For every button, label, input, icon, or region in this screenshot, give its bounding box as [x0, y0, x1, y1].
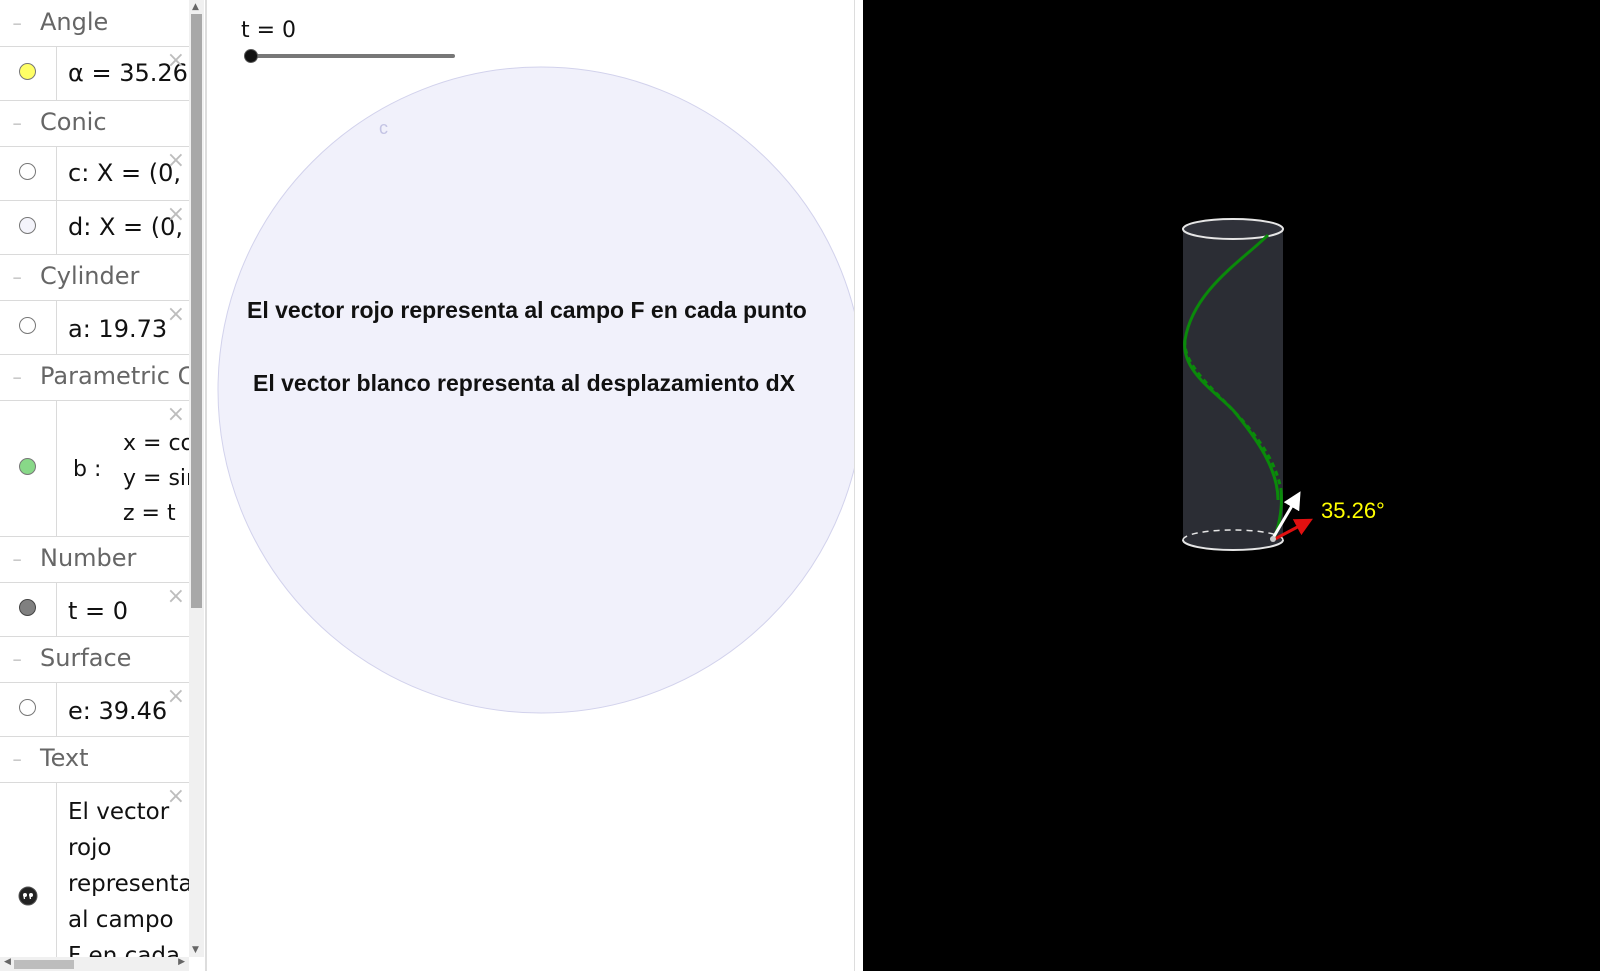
angle-label: 35.26°: [1321, 498, 1385, 523]
group-header-surface[interactable]: − Surface: [0, 636, 189, 683]
cylinder-surface[interactable]: [1183, 229, 1283, 550]
group-title: Parametric Cu: [40, 362, 189, 390]
scroll-up-icon[interactable]: ▲: [192, 2, 199, 12]
algebra-item-d[interactable]: d: X = (0, ×: [0, 200, 189, 255]
group-title: Angle: [40, 8, 109, 36]
group-title: Conic: [40, 108, 107, 136]
quote-icon[interactable]: [18, 886, 38, 906]
close-icon[interactable]: ×: [167, 786, 185, 808]
algebra-definition[interactable]: t = 0: [68, 597, 128, 625]
text-line: F en cada: [68, 943, 181, 957]
parametric-equations[interactable]: x = cc y = sir z = t: [123, 426, 189, 531]
visibility-toggle[interactable]: [0, 200, 57, 254]
slider-t-handle[interactable]: [244, 49, 258, 63]
close-icon[interactable]: ×: [167, 150, 185, 172]
group-title: Number: [40, 544, 137, 572]
marble-icon[interactable]: [19, 217, 36, 234]
vertical-scrollbar[interactable]: ▲ ▼: [189, 0, 204, 957]
visibility-toggle[interactable]: [0, 400, 57, 536]
scroll-left-icon[interactable]: ◀: [4, 957, 11, 967]
collapse-icon[interactable]: −: [11, 272, 23, 284]
scrollbar-thumb[interactable]: [191, 14, 202, 608]
visibility-toggle[interactable]: [0, 682, 57, 736]
text-field-vector[interactable]: El vector rojo representa al campo F en …: [247, 297, 807, 324]
algebra-list: − Angle α = 35.26° × − Conic c: X = (0, …: [0, 0, 189, 957]
text-definition[interactable]: El vector rojo representa al campo F en …: [68, 794, 189, 957]
collapse-icon[interactable]: −: [11, 754, 23, 766]
group-title: Text: [40, 744, 89, 772]
group-header-parametric-curve[interactable]: − Parametric Cu: [0, 354, 189, 401]
algebra-item-t[interactable]: t = 0 ×: [0, 582, 189, 637]
collapse-icon[interactable]: −: [11, 654, 23, 666]
algebra-item-text1[interactable]: El vector rojo representa al campo F en …: [0, 782, 189, 957]
scroll-down-icon[interactable]: ▼: [192, 945, 199, 955]
marble-icon[interactable]: [19, 599, 36, 616]
marble-icon[interactable]: [19, 63, 36, 80]
text-displacement-vector[interactable]: El vector blanco representa al desplazam…: [253, 370, 795, 397]
slider-t-track[interactable]: [247, 54, 455, 58]
group-header-angle[interactable]: − Angle: [0, 0, 189, 47]
algebra-definition[interactable]: a: 19.73: [68, 315, 167, 343]
equation-x: x = cc: [123, 431, 189, 456]
equation-y: y = sir: [123, 466, 189, 491]
3d-canvas[interactable]: 35.26°: [863, 0, 1600, 971]
slider-t-label: t = 0: [241, 18, 297, 43]
text-line: rojo: [68, 835, 112, 861]
graphics-canvas[interactable]: c: [207, 0, 854, 971]
group-header-number[interactable]: − Number: [0, 536, 189, 583]
curve-label: b :: [73, 457, 102, 482]
visibility-toggle[interactable]: [0, 782, 57, 957]
algebra-item-alpha[interactable]: α = 35.26° ×: [0, 46, 189, 101]
marble-icon[interactable]: [19, 163, 36, 180]
close-icon[interactable]: ×: [167, 404, 185, 426]
point-on-curve[interactable]: [1270, 536, 1276, 542]
collapse-icon[interactable]: −: [11, 554, 23, 566]
close-icon[interactable]: ×: [167, 686, 185, 708]
group-title: Surface: [40, 644, 132, 672]
equation-z: z = t: [123, 501, 176, 526]
close-icon[interactable]: ×: [167, 50, 185, 72]
graphics-3d-view[interactable]: 35.26°: [863, 0, 1600, 971]
close-icon[interactable]: ×: [167, 586, 185, 608]
marble-icon[interactable]: [19, 458, 36, 475]
circle-c-label: c: [379, 118, 388, 138]
collapse-icon[interactable]: −: [11, 18, 23, 30]
algebra-item-c[interactable]: c: X = (0, ×: [0, 146, 189, 201]
algebra-definition[interactable]: e: 39.46: [68, 697, 167, 725]
group-title: Cylinder: [40, 262, 140, 290]
horizontal-scrollbar[interactable]: ◀ ▶: [0, 957, 189, 971]
collapse-icon[interactable]: −: [11, 118, 23, 130]
text-line: representa: [68, 871, 189, 897]
visibility-toggle[interactable]: [0, 46, 57, 100]
scroll-right-icon[interactable]: ▶: [178, 957, 185, 967]
algebra-item-b[interactable]: b : x = cc y = sir z = t ×: [0, 400, 189, 537]
algebra-item-e[interactable]: e: 39.46 ×: [0, 682, 189, 737]
group-header-text[interactable]: − Text: [0, 736, 189, 783]
marble-icon[interactable]: [19, 317, 36, 334]
collapse-icon[interactable]: −: [11, 372, 23, 384]
scrollbar-thumb[interactable]: [14, 960, 74, 969]
visibility-toggle[interactable]: [0, 300, 57, 354]
visibility-toggle[interactable]: [0, 582, 57, 636]
graphics-view[interactable]: c t = 0 El vector rojo representa al cam…: [207, 0, 854, 971]
algebra-definition[interactable]: c: X = (0,: [68, 159, 181, 187]
group-header-cylinder[interactable]: − Cylinder: [0, 254, 189, 301]
algebra-item-a[interactable]: a: 19.73 ×: [0, 300, 189, 355]
group-header-conic[interactable]: − Conic: [0, 100, 189, 147]
visibility-toggle[interactable]: [0, 146, 57, 200]
close-icon[interactable]: ×: [167, 204, 185, 226]
close-icon[interactable]: ×: [167, 304, 185, 326]
marble-icon[interactable]: [19, 699, 36, 716]
text-line: al campo: [68, 907, 174, 933]
panel-divider[interactable]: [854, 0, 863, 971]
algebra-view: − Angle α = 35.26° × − Conic c: X = (0, …: [0, 0, 205, 971]
